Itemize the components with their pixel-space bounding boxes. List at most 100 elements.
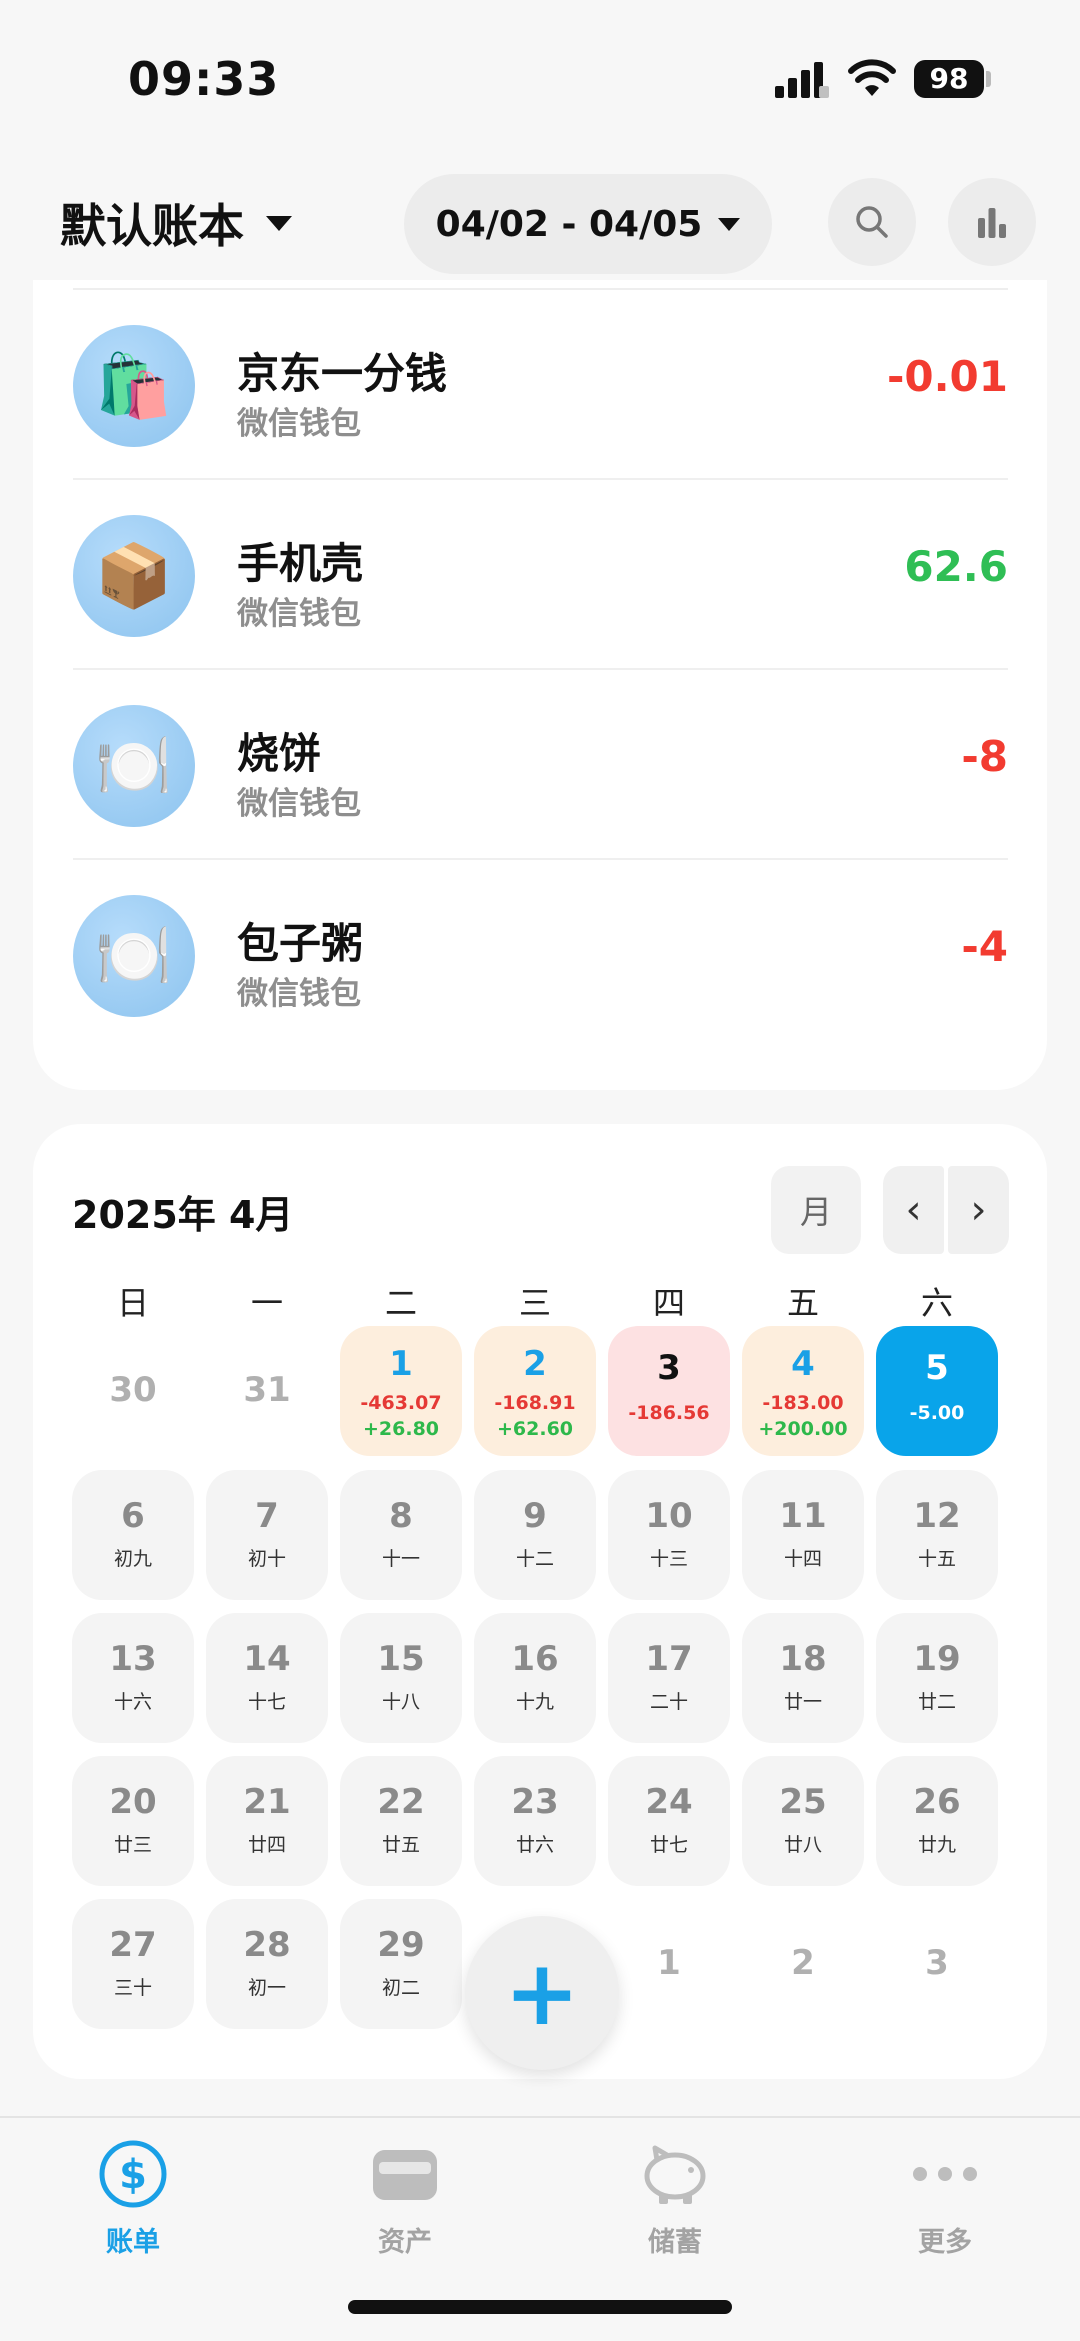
prev-month-button[interactable]: ‹ [883, 1166, 944, 1254]
statistics-button[interactable] [948, 178, 1036, 266]
transaction-account: 微信钱包 [237, 406, 361, 442]
day-number: 2 [523, 1344, 547, 1384]
lunar-date: 十八 [381, 1691, 420, 1713]
lunar-date: 廿四 [247, 1834, 286, 1856]
search-button[interactable] [828, 178, 916, 266]
calendar-day[interactable]: 23 廿六 [474, 1756, 596, 1886]
calendar-day[interactable]: 3 -186.56 [608, 1326, 730, 1456]
day-number: 6 [121, 1496, 145, 1536]
calendar-day[interactable]: 2 [742, 1899, 864, 2029]
day-expense: -463.07 [360, 1392, 442, 1414]
calendar-day[interactable]: 5 -5.00 [876, 1326, 998, 1456]
dollar-icon: $ [99, 2140, 167, 2208]
tab-assets[interactable]: 资产 [305, 2134, 505, 2259]
calendar-day[interactable]: 26 廿九 [876, 1756, 998, 1886]
day-number: 29 [377, 1925, 425, 1965]
lunar-date: 初十 [247, 1548, 286, 1570]
transaction-row[interactable]: 🍽️ 烧饼 微信钱包 -8 [73, 670, 1008, 860]
calendar-day[interactable]: 9 十二 [474, 1470, 596, 1600]
calendar-day[interactable]: 18 廿一 [742, 1613, 864, 1743]
day-number: 24 [645, 1782, 693, 1822]
day-number: 22 [377, 1782, 425, 1822]
day-income: +62.60 [496, 1418, 574, 1440]
transaction-account: 微信钱包 [237, 786, 361, 822]
weekday-label: 日 [116, 1284, 149, 1322]
day-number: 2 [791, 1943, 815, 1983]
day-number: 26 [913, 1782, 961, 1822]
calendar-day[interactable]: 1 [608, 1899, 730, 2029]
calendar-day[interactable]: 16 十九 [474, 1613, 596, 1743]
calendar-day[interactable]: 31 [206, 1326, 328, 1456]
transaction-title: 包子粥 [237, 919, 364, 968]
calendar-day[interactable]: 17 二十 [608, 1613, 730, 1743]
next-month-button[interactable]: › [948, 1166, 1009, 1254]
transaction-row[interactable]: 🛍️ 京东一分钱 微信钱包 -0.01 [73, 290, 1008, 480]
more-icon [913, 2167, 977, 2181]
day-income: +26.80 [362, 1418, 440, 1440]
calendar-day[interactable]: 10 十三 [608, 1470, 730, 1600]
tab-label: 更多 [918, 2227, 972, 2258]
calendar-day[interactable]: 25 廿八 [742, 1756, 864, 1886]
day-number: 25 [779, 1782, 827, 1822]
day-expense: -168.91 [494, 1392, 576, 1414]
calendar-day[interactable]: 24 廿七 [608, 1756, 730, 1886]
day-number: 9 [523, 1496, 547, 1536]
calendar-day[interactable]: 30 [72, 1326, 194, 1456]
lunar-date: 廿九 [917, 1834, 956, 1856]
tab-more[interactable]: 更多 [845, 2134, 1045, 2259]
lunar-date: 廿三 [113, 1834, 152, 1856]
bar-chart-icon [978, 208, 1006, 238]
dining-icon: 🍽️ [73, 895, 195, 1017]
calendar-day[interactable]: 4 -183.00 +200.00 [742, 1326, 864, 1456]
lunar-date: 十一 [381, 1548, 420, 1570]
calendar-day[interactable]: 11 十四 [742, 1470, 864, 1600]
calendar-day[interactable]: 14 十七 [206, 1613, 328, 1743]
lunar-date: 十九 [515, 1691, 554, 1713]
calendar-day[interactable]: 3 [876, 1899, 998, 2029]
calendar-day[interactable]: 20 廿三 [72, 1756, 194, 1886]
add-record-button[interactable]: + [465, 1916, 619, 2070]
tab-savings[interactable]: 储蓄 [575, 2134, 775, 2259]
transaction-title: 京东一分钱 [237, 349, 448, 398]
calendar-day[interactable]: 22 廿五 [340, 1756, 462, 1886]
day-number: 28 [243, 1925, 291, 1965]
shopping-bags-icon: 🛍️ [73, 325, 195, 447]
calendar-day[interactable]: 29 初二 [340, 1899, 462, 2029]
calendar-day[interactable]: 1 -463.07 +26.80 [340, 1326, 462, 1456]
calendar-day[interactable]: 28 初一 [206, 1899, 328, 2029]
calendar-day[interactable]: 15 十八 [340, 1613, 462, 1743]
battery-tip [986, 71, 991, 87]
lunar-date: 十七 [247, 1691, 286, 1713]
transaction-row[interactable]: 🍽️ 包子粥 微信钱包 -4 [73, 860, 1008, 1050]
lunar-date: 十四 [783, 1548, 822, 1570]
tab-label: 储蓄 [648, 2227, 702, 2258]
calendar-day[interactable]: 27 三十 [72, 1899, 194, 2029]
date-range-label: 04/02 - 04/05 [435, 203, 703, 245]
search-icon [856, 206, 888, 238]
transaction-row[interactable]: 📦 手机壳 微信钱包 62.6 [73, 480, 1008, 670]
calendar-day[interactable]: 7 初十 [206, 1470, 328, 1600]
book-name: 默认账本 [60, 199, 244, 253]
calendar-day[interactable]: 21 廿四 [206, 1756, 328, 1886]
calendar-day[interactable]: 2 -168.91 +62.60 [474, 1326, 596, 1456]
package-icon: 📦 [73, 515, 195, 637]
tab-bills[interactable]: $ 账单 [33, 2134, 233, 2259]
calendar-day[interactable]: 13 十六 [72, 1613, 194, 1743]
wifi-icon [848, 59, 896, 96]
month-view-button[interactable]: 月 [771, 1166, 861, 1254]
calendar-title: 2025年 4月 [72, 1193, 294, 1237]
calendar-day[interactable]: 19 廿二 [876, 1613, 998, 1743]
day-number: 13 [109, 1639, 157, 1679]
calendar-day[interactable]: 8 十一 [340, 1470, 462, 1600]
book-selector[interactable]: 默认账本 [60, 190, 292, 256]
battery-indicator: 98 [914, 60, 984, 98]
date-range-selector[interactable]: 04/02 - 04/05 [404, 174, 772, 274]
calendar-day[interactable]: 6 初九 [72, 1470, 194, 1600]
transaction-amount: -4 [961, 922, 1008, 971]
lunar-date: 十六 [113, 1691, 152, 1713]
lunar-date: 廿七 [649, 1834, 688, 1856]
calendar-day[interactable]: 12 十五 [876, 1470, 998, 1600]
day-number: 3 [657, 1348, 681, 1388]
day-income: +200.00 [758, 1418, 848, 1440]
weekday-label: 四 [652, 1284, 685, 1322]
